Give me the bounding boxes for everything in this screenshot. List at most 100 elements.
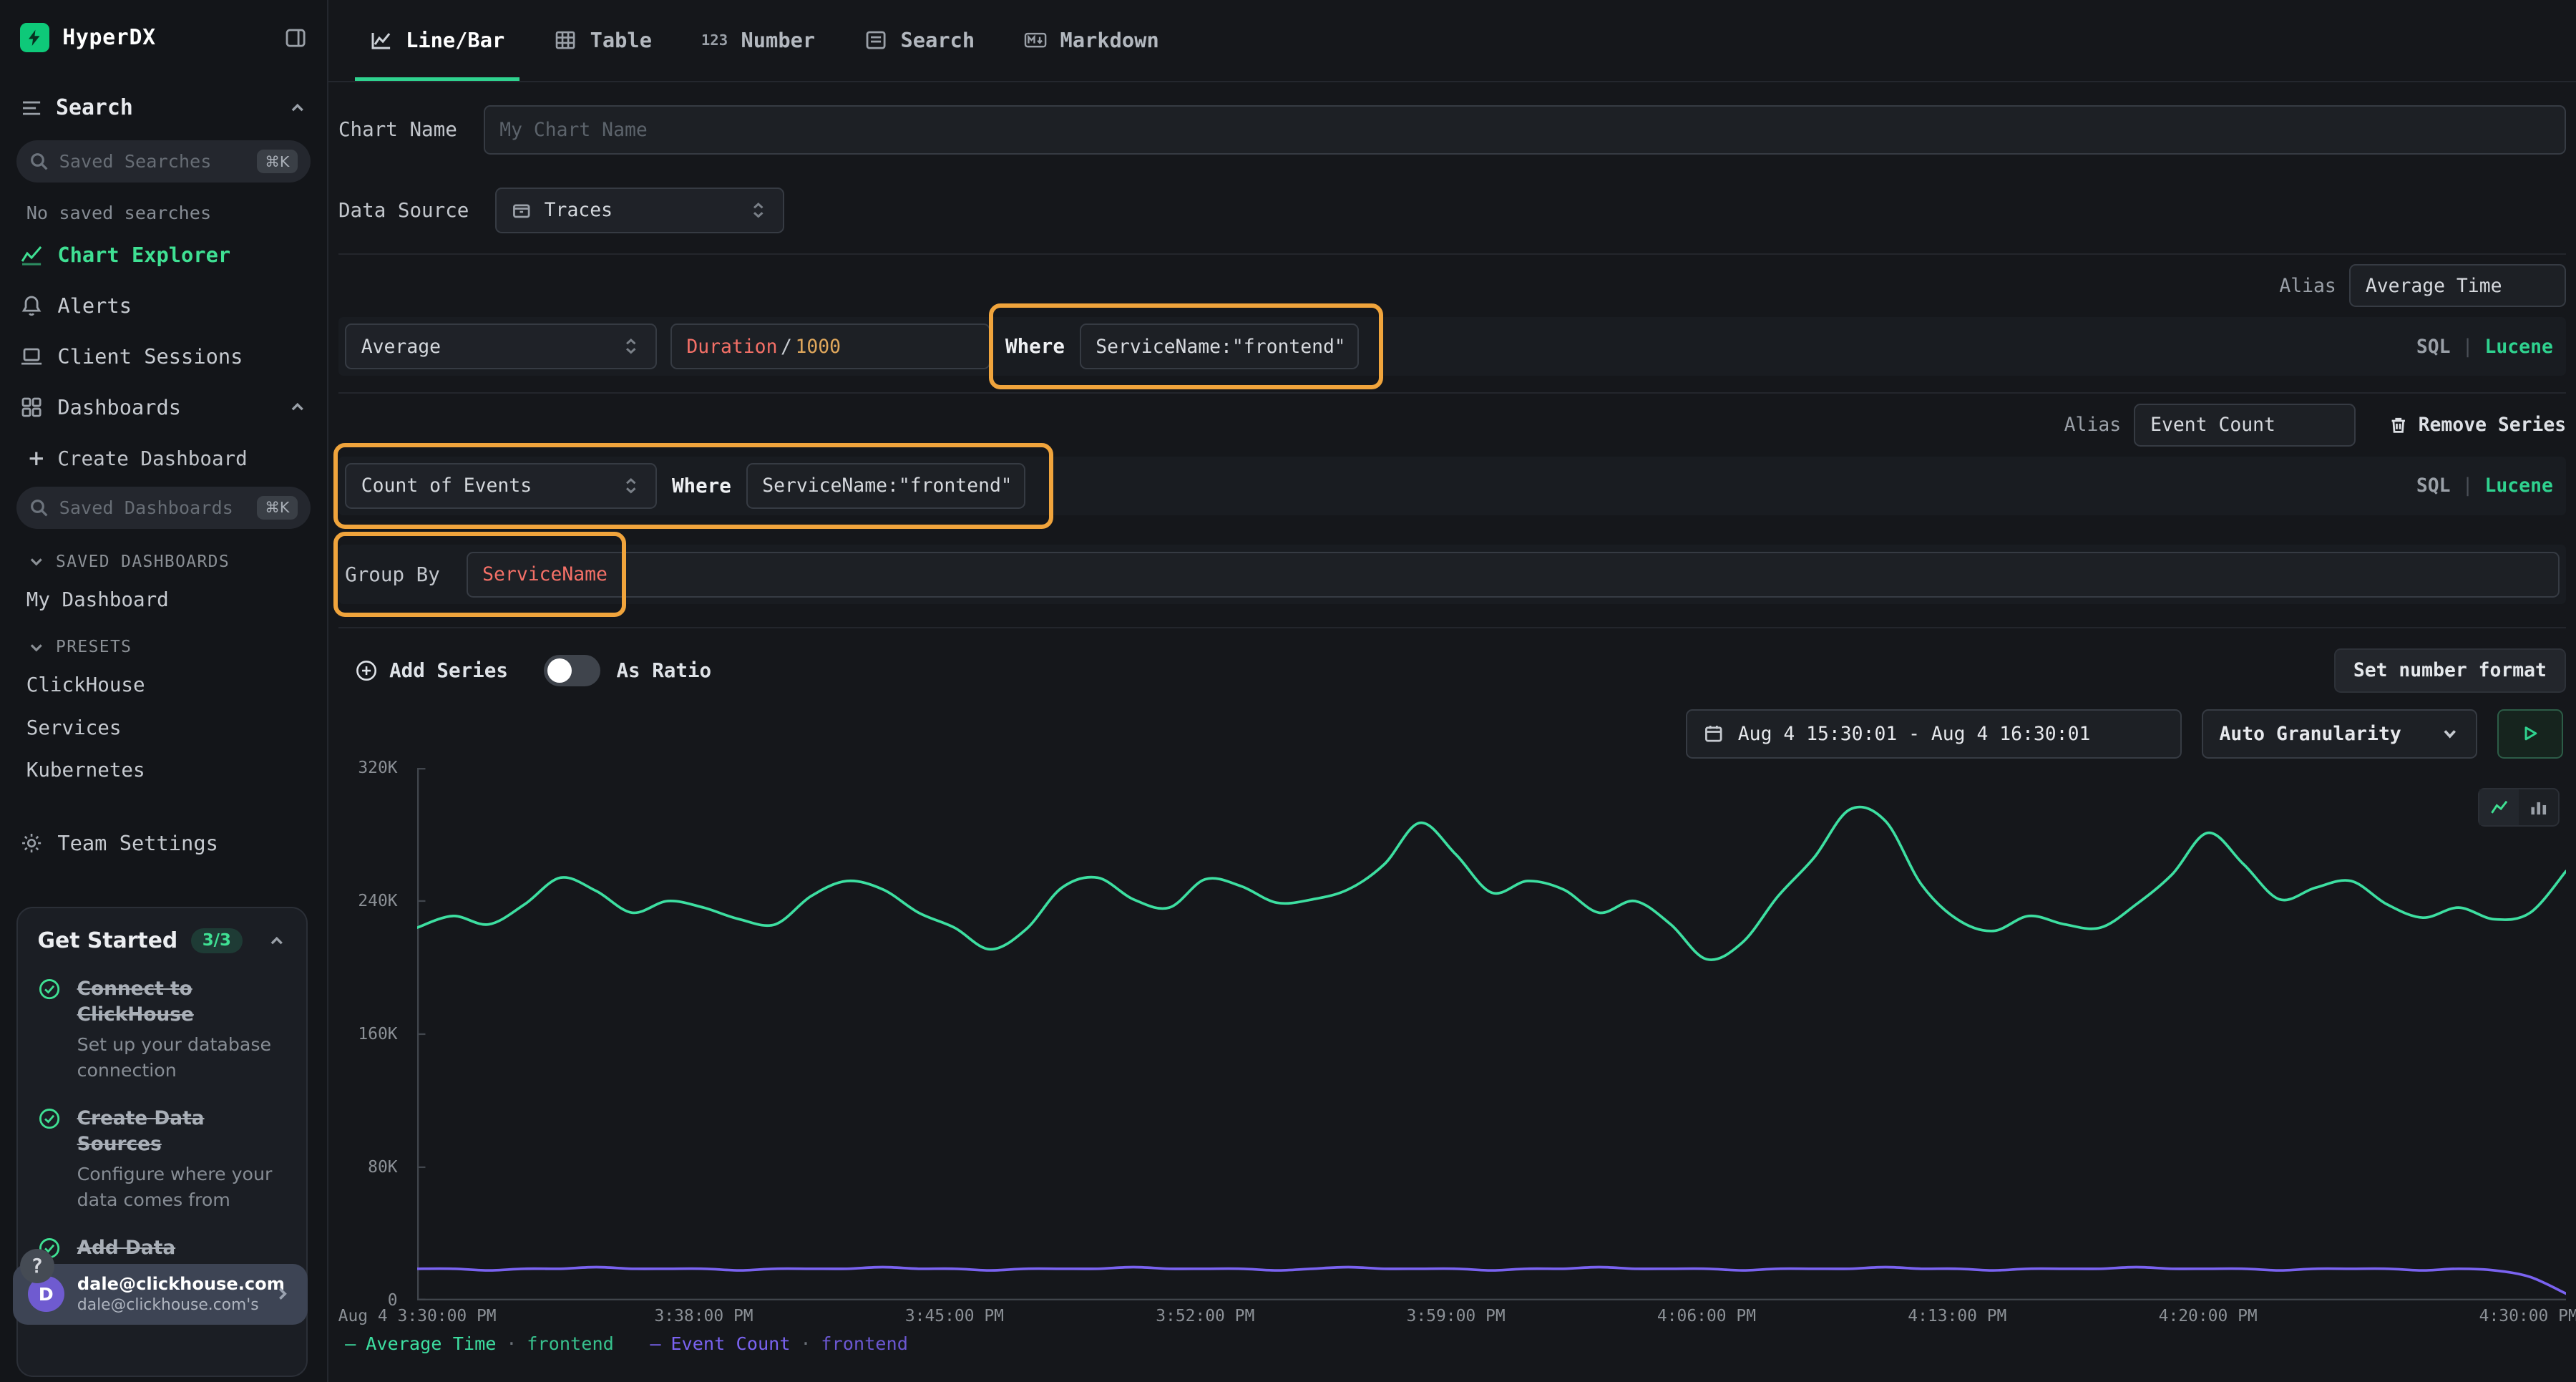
series1-where-input[interactable] — [1096, 336, 1342, 358]
chart-name-field — [484, 105, 2567, 155]
x-axis: Aug 4 3:30:00 PM3:38:00 PM3:45:00 PM3:52… — [417, 1307, 2566, 1333]
help-button[interactable]: ? — [20, 1249, 54, 1283]
group-by-label: Group By — [345, 563, 440, 586]
x-tick-label: 3:45:00 PM — [905, 1307, 1004, 1325]
remove-series-button[interactable]: Remove Series — [2389, 414, 2566, 436]
chevron-up-icon[interactable] — [267, 931, 287, 951]
chart-editor: Chart Name Data Source Traces — [328, 82, 2576, 1382]
chevron-right-icon — [273, 1284, 293, 1304]
sidebar-item-alerts[interactable]: Alerts — [0, 281, 327, 331]
sidebar-item-kubernetes[interactable]: Kubernetes — [0, 749, 327, 792]
sidebar-item-label: Client Sessions — [57, 344, 243, 369]
toggle-divider: | — [2462, 475, 2474, 497]
collapse-sidebar-icon[interactable] — [284, 26, 307, 49]
series2-row: Count of Events Where SQL | Lucene — [338, 457, 2566, 516]
series2-where-input[interactable] — [762, 475, 1009, 497]
hyperdx-logo-icon — [20, 23, 49, 52]
series2-aggregation-select[interactable]: Count of Events — [345, 463, 657, 509]
series1-alias-input[interactable] — [2366, 275, 2550, 297]
saved-dashboards-search[interactable]: ⌘K — [16, 487, 311, 530]
lucene-toggle[interactable]: Lucene — [2485, 475, 2553, 497]
sidebar-item-chart-explorer[interactable]: Chart Explorer — [0, 230, 327, 281]
granularity-value: Auto Granularity — [2220, 723, 2401, 745]
search-section-label: Search — [56, 95, 133, 120]
sidebar-header: HyperDX — [0, 0, 327, 72]
get-started-progress-badge: 3/3 — [191, 928, 243, 953]
select-caret-icon — [621, 476, 641, 496]
series1-aggregation-select[interactable]: Average — [345, 323, 657, 369]
field-function: Duration — [686, 336, 777, 358]
sidebar-item-client-sessions[interactable]: Client Sessions — [0, 331, 327, 382]
saved-dashboards-input[interactable] — [59, 497, 247, 518]
sidebar-item-services[interactable]: Services — [0, 706, 327, 749]
sidebar-item-team-settings[interactable]: Team Settings — [0, 818, 327, 869]
group-by-field[interactable]: ServiceName — [467, 552, 2560, 598]
time-range-picker[interactable]: Aug 4 15:30:01 - Aug 4 16:30:01 — [1686, 709, 2182, 759]
chart-plot[interactable] — [417, 768, 2566, 1300]
laptop-icon — [20, 345, 43, 368]
chevron-up-icon[interactable] — [288, 98, 308, 118]
group-by-value: ServiceName — [482, 563, 608, 585]
lucene-toggle[interactable]: Lucene — [2485, 336, 2553, 358]
data-source-select[interactable]: Traces — [495, 188, 784, 233]
plus-circle-icon — [355, 659, 378, 682]
check-circle-icon — [38, 978, 61, 1001]
series-line-event-count — [417, 1267, 2566, 1294]
granularity-select[interactable]: Auto Granularity — [2202, 709, 2478, 759]
sidebar-item-label: Team Settings — [57, 831, 218, 855]
series1-field-input[interactable]: Duration/1000 — [670, 323, 991, 369]
tab-line-bar[interactable]: Line/Bar — [345, 0, 530, 81]
tab-number[interactable]: 123 Number — [676, 0, 839, 81]
as-ratio-toggle[interactable] — [544, 655, 600, 686]
sidebar-item-my-dashboard[interactable]: My Dashboard — [0, 578, 327, 621]
user-workspace: dale@clickhouse.com's — [77, 1296, 260, 1315]
get-started-item[interactable]: Create Data Sources Configure where your… — [38, 1106, 287, 1212]
legend-item[interactable]: —Average Time·frontend — [345, 1333, 614, 1354]
bar-style-button[interactable] — [2519, 789, 2558, 826]
x-tick-label: 4:06:00 PM — [1657, 1307, 1756, 1325]
series1-where-field — [1080, 323, 1359, 369]
line-style-button[interactable] — [2479, 789, 2519, 826]
group-by-row: Group By ServiceName — [338, 545, 2566, 604]
sql-toggle[interactable]: SQL — [2416, 475, 2451, 497]
series2-alias-input[interactable] — [2150, 414, 2340, 436]
series-line-average-time — [417, 807, 2566, 960]
presets-header-label: PRESETS — [56, 638, 132, 656]
legend-item[interactable]: —Event Count·frontend — [650, 1333, 908, 1354]
user-menu[interactable]: D dale@clickhouse.com dale@clickhouse.co… — [13, 1264, 307, 1325]
alias-label: Alias — [2279, 275, 2336, 297]
x-tick-label: 4:30:00 PM — [2479, 1307, 2576, 1325]
set-number-format-button[interactable]: Set number format — [2334, 648, 2567, 693]
sql-toggle[interactable]: SQL — [2416, 336, 2451, 358]
tab-label: Search — [901, 28, 975, 52]
saved-dashboards-header[interactable]: SAVED DASHBOARDS — [0, 535, 327, 578]
sidebar-item-clickhouse[interactable]: ClickHouse — [0, 663, 327, 706]
alias-label: Alias — [2064, 414, 2121, 436]
tab-table[interactable]: Table — [530, 0, 677, 81]
saved-searches-input[interactable] — [59, 151, 247, 172]
sidebar-item-dashboards[interactable]: Dashboards — [0, 381, 327, 432]
get-started-item[interactable]: Connect to ClickHouse Set up your databa… — [38, 976, 287, 1083]
x-tick-label: Aug 4 3:30:00 PM — [338, 1307, 497, 1325]
legend-group-name: frontend — [821, 1333, 908, 1354]
legend-series-name: Event Count — [670, 1333, 790, 1354]
saved-searches-search[interactable]: ⌘K — [16, 140, 311, 183]
get-started-header[interactable]: Get Started 3/3 — [38, 928, 287, 953]
main-content: Line/Bar Table 123 Number Search Markdow… — [328, 0, 2576, 1382]
legend-series-name: Average Time — [366, 1333, 496, 1354]
toggle-knob — [547, 658, 572, 683]
tab-label: Number — [741, 28, 816, 52]
series2-alias-field — [2134, 404, 2356, 447]
create-dashboard-button[interactable]: Create Dashboard — [0, 432, 327, 480]
presets-header[interactable]: PRESETS — [0, 621, 327, 664]
chart-type-tabs: Line/Bar Table 123 Number Search Markdow… — [328, 0, 2576, 82]
run-query-button[interactable] — [2497, 709, 2563, 759]
tab-search[interactable]: Search — [840, 0, 1000, 81]
search-section-header[interactable]: Search — [0, 72, 327, 134]
plot-region: 320K240K160K80K0 Aug 4 3:30:00 PM3:38:00… — [338, 768, 2566, 1300]
tab-markdown[interactable]: Markdown — [1000, 0, 1184, 81]
chevron-up-icon[interactable] — [288, 397, 308, 417]
add-series-button[interactable]: Add Series — [338, 653, 521, 688]
series1-language-toggle: SQL | Lucene — [2416, 336, 2560, 358]
chart-name-input[interactable] — [499, 119, 2550, 141]
